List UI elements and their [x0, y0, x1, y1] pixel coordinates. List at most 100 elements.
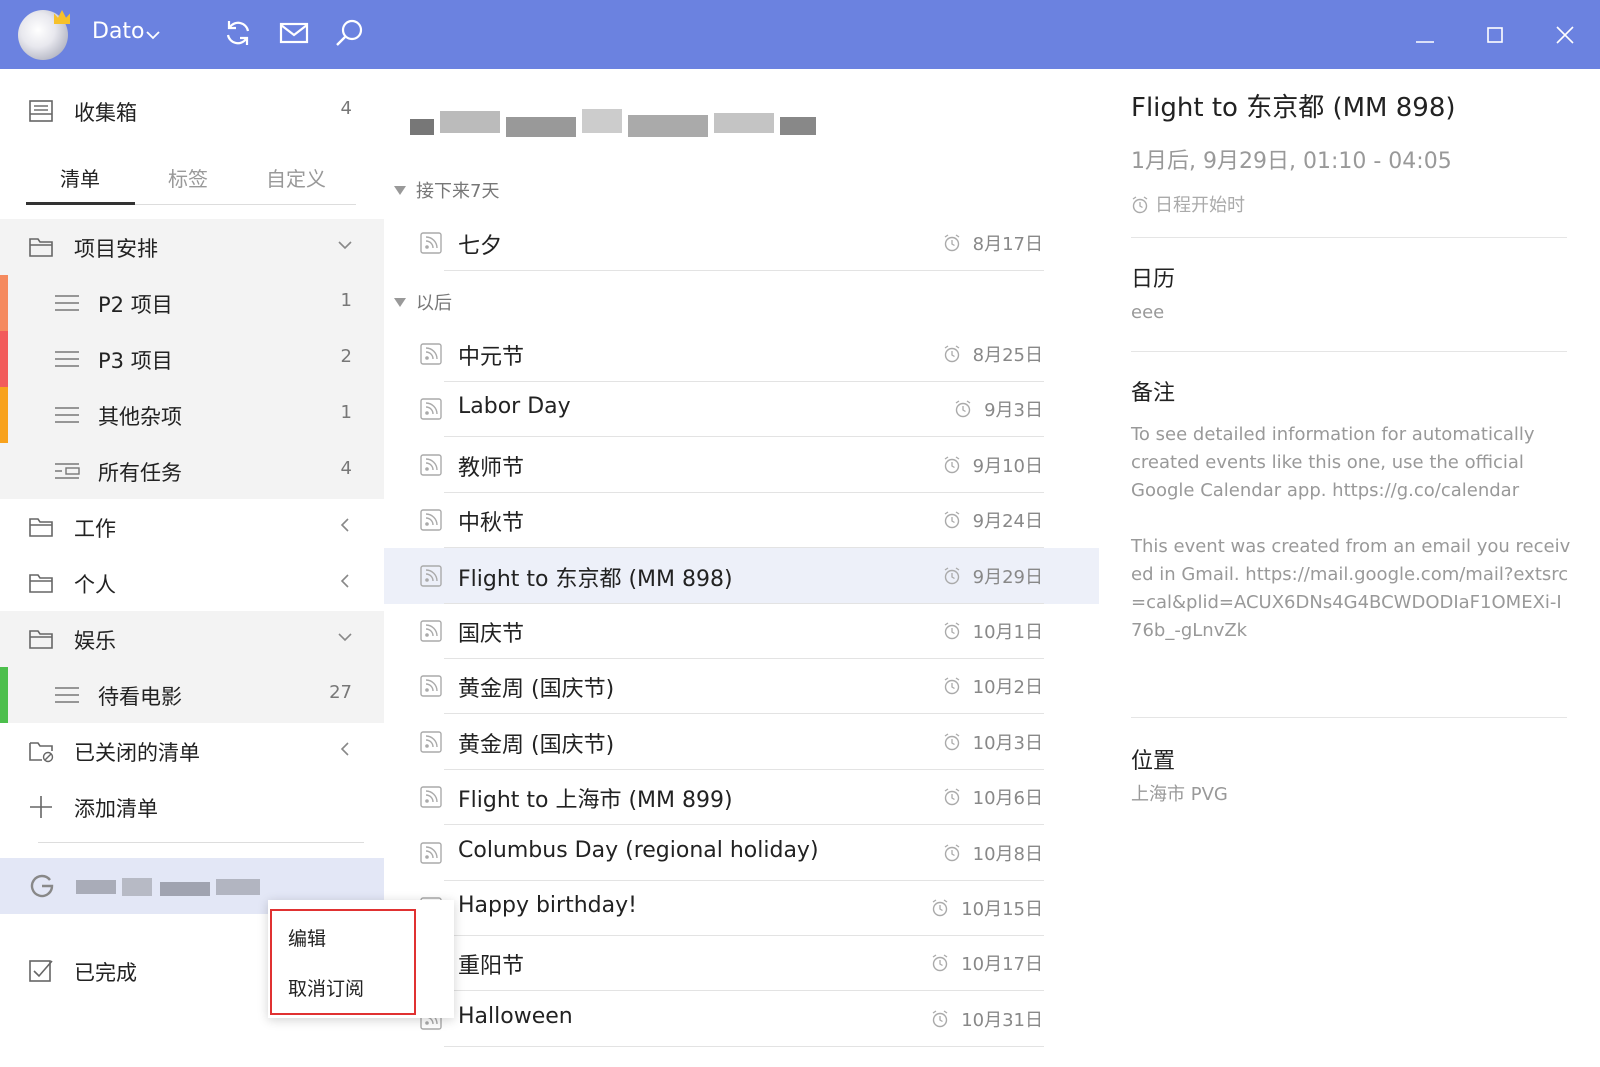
event-title: Happy birthday!: [458, 893, 637, 918]
sidebar-item-label: 其他杂项: [98, 405, 182, 429]
list-color-bar: [0, 331, 8, 387]
event-row[interactable]: 中秋节 9月24日: [384, 492, 1099, 549]
add-list-button[interactable]: 添加清单: [0, 779, 384, 835]
chevron-down-icon[interactable]: [146, 30, 160, 40]
alarm-icon: [943, 456, 961, 474]
chevron-down-icon[interactable]: [336, 625, 354, 649]
event-reminder[interactable]: 日程开始时: [1131, 191, 1245, 217]
event-date: 8月25日: [972, 345, 1043, 366]
row-divider: [444, 1045, 1044, 1047]
event-date: 8月17日: [972, 234, 1043, 255]
event-title: Flight to 东京都 (MM 898): [458, 566, 733, 592]
notes-paragraph-2[interactable]: This event was created from an email you…: [1131, 533, 1571, 645]
event-date: 9月3日: [984, 400, 1043, 422]
sidebar-item-closed-lists[interactable]: 已关闭的清单: [0, 723, 384, 779]
event-title[interactable]: Flight to 东京都 (MM 898): [1131, 87, 1456, 124]
event-title: 中秋节: [458, 511, 525, 537]
context-menu: 编辑 取消订阅: [268, 900, 454, 1018]
sidebar-item-label: P3 项目: [98, 349, 173, 373]
section-header-later[interactable]: 以后: [394, 289, 452, 315]
menu-item-unsubscribe[interactable]: 取消订阅: [288, 974, 364, 1001]
crown-icon: [54, 10, 70, 24]
search-icon[interactable]: [334, 17, 366, 49]
event-title: Labor Day: [458, 394, 571, 420]
detail-divider: [1131, 717, 1567, 718]
event-row[interactable]: Happy birthday! 10月15日: [384, 880, 1099, 936]
location-value[interactable]: 上海市 PVG: [1131, 781, 1571, 809]
event-row[interactable]: Labor Day 9月3日: [384, 381, 1099, 438]
sidebar-item-label: P2 项目: [98, 293, 173, 317]
alarm-icon: [943, 844, 961, 862]
tab-tags[interactable]: 标签: [168, 163, 208, 192]
event-time[interactable]: 1月后, 9月29日, 01:10 - 04:05: [1131, 143, 1452, 175]
section-label: 接下来7天: [416, 181, 500, 202]
menu-item-edit[interactable]: 编辑: [288, 924, 326, 951]
event-row[interactable]: 黄金周 (国庆节) 10月3日: [384, 714, 1099, 770]
sidebar-item-misc[interactable]: 其他杂项 1: [0, 387, 384, 443]
event-date: 10月8日: [972, 843, 1043, 865]
event-date: 9月24日: [972, 511, 1043, 533]
event-row[interactable]: 黄金周 (国庆节) 10月2日: [384, 658, 1099, 715]
event-row[interactable]: Flight to 东京都 (MM 898) 9月29日: [384, 547, 1099, 604]
sidebar-group-work[interactable]: 工作: [0, 499, 384, 555]
sidebar-group-projects[interactable]: 项目安排: [0, 219, 384, 275]
sidebar-item-label: 添加清单: [74, 797, 158, 821]
alarm-icon: [931, 1010, 949, 1028]
tab-lists[interactable]: 清单: [60, 163, 100, 192]
sidebar-group-entertainment[interactable]: 娱乐: [0, 611, 384, 667]
subscribed-calendar-icon: [420, 343, 442, 365]
sidebar-item-p2[interactable]: P2 项目 1: [0, 275, 384, 331]
detail-divider: [1131, 237, 1567, 238]
sidebar-item-label: 已关闭的清单: [74, 741, 200, 765]
collapse-triangle-icon: [394, 186, 406, 195]
sidebar-item-inbox[interactable]: 收集箱 4: [0, 83, 384, 139]
event-title: Halloween: [458, 1003, 573, 1029]
maximize-icon[interactable]: [1480, 20, 1510, 50]
list-icon: [55, 687, 79, 703]
event-row[interactable]: 七夕 8月17日: [384, 215, 1099, 271]
chevron-left-icon[interactable]: [336, 569, 354, 593]
sidebar-group-label: 个人: [74, 573, 116, 597]
subscribed-calendar-icon: [420, 564, 442, 587]
notes-paragraph-1[interactable]: To see detailed information for automati…: [1131, 421, 1571, 505]
event-date: 10月1日: [972, 622, 1043, 643]
event-row[interactable]: Flight to 上海市 (MM 899) 10月6日: [384, 769, 1099, 826]
sidebar-group-label: 工作: [74, 517, 116, 541]
avatar[interactable]: [18, 10, 70, 60]
sync-icon[interactable]: [222, 17, 254, 49]
sidebar-divider: [38, 842, 364, 843]
close-icon[interactable]: [1550, 20, 1580, 50]
sidebar-item-all-tasks[interactable]: 所有任务 4: [0, 443, 384, 499]
list-icon: [55, 407, 79, 423]
sidebar-item-p3[interactable]: P3 项目 2: [0, 331, 384, 387]
event-row[interactable]: 国庆节 10月1日: [384, 603, 1099, 659]
mail-icon[interactable]: [278, 17, 310, 49]
subscribed-calendar-icon: [420, 786, 442, 808]
chevron-down-icon[interactable]: [336, 233, 354, 257]
item-count: 2: [340, 346, 352, 367]
google-icon: [30, 874, 54, 898]
alarm-icon: [943, 234, 961, 252]
alarm-icon: [943, 567, 961, 585]
sidebar-item-movies[interactable]: 待看电影 27: [0, 667, 384, 723]
event-row[interactable]: 重阳节 10月17日: [384, 935, 1099, 992]
username[interactable]: Dato: [92, 19, 145, 44]
event-row[interactable]: Halloween 10月31日: [384, 991, 1099, 1047]
chevron-left-icon[interactable]: [336, 513, 354, 537]
minimize-icon[interactable]: [1410, 20, 1440, 50]
event-title: 重阳节: [458, 954, 525, 980]
event-row[interactable]: Columbus Day (regional holiday) 10月8日: [384, 825, 1099, 881]
chevron-left-icon[interactable]: [336, 737, 354, 761]
alarm-icon: [931, 954, 949, 972]
alarm-icon: [943, 733, 961, 751]
item-count: 1: [340, 290, 352, 311]
folder-icon: [29, 574, 53, 593]
tab-custom[interactable]: 自定义: [266, 163, 326, 192]
tab-active-indicator: [26, 202, 135, 205]
all-tasks-icon: [55, 463, 80, 479]
section-header-next7[interactable]: 接下来7天: [394, 177, 499, 203]
calendar-heading: 日历: [1131, 267, 1176, 292]
event-row[interactable]: 教师节 9月10日: [384, 437, 1099, 493]
event-row[interactable]: 中元节 8月25日: [384, 326, 1099, 382]
sidebar-group-personal[interactable]: 个人: [0, 555, 384, 611]
